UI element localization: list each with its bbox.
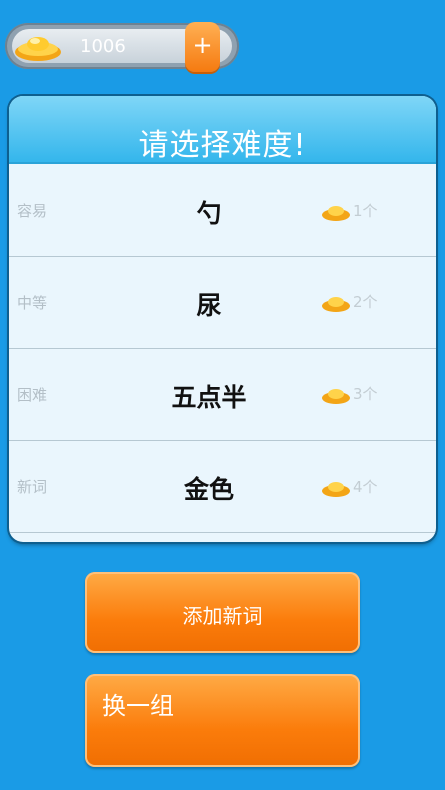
cost-text: 2个 [353, 293, 378, 311]
difficulty-label: 新词 [17, 478, 48, 496]
add-coins-button[interactable]: + [185, 22, 220, 72]
gold-ingot-icon [322, 297, 350, 312]
difficulty-label: 困难 [17, 386, 48, 404]
swap-group-button[interactable]: 换一组 [85, 674, 360, 767]
add-new-word-button[interactable]: 添加新词 [85, 572, 360, 653]
difficulty-row-medium[interactable]: 中等 尿 2个 [9, 256, 436, 349]
word-text: 尿 [196, 291, 222, 320]
swap-group-label: 换一组 [102, 692, 174, 720]
difficulty-label: 容易 [17, 202, 48, 220]
panel-title: 请选择难度! [138, 128, 307, 163]
cost-text: 4个 [353, 478, 378, 496]
cost-text: 1个 [353, 202, 378, 220]
gold-ingot-icon [15, 37, 61, 61]
panel-header: 请选择难度! [9, 96, 436, 164]
difficulty-row-easy[interactable]: 容易 勺 1个 [9, 164, 436, 257]
difficulty-panel: 请选择难度! 容易 勺 1个 中等 尿 2个 困难 五点半 3个 新词 金色 4… [9, 96, 436, 542]
gold-ingot-icon [322, 206, 350, 221]
gold-ingot-icon [322, 482, 350, 497]
difficulty-label: 中等 [17, 294, 48, 312]
difficulty-row-hard[interactable]: 困难 五点半 3个 [9, 348, 436, 441]
word-text: 金色 [183, 475, 234, 504]
add-new-word-label: 添加新词 [182, 604, 263, 628]
coin-count: 1006 [80, 36, 126, 57]
word-text: 五点半 [171, 383, 247, 412]
cost-text: 3个 [353, 385, 378, 403]
word-text: 勺 [196, 199, 222, 228]
difficulty-row-new-word[interactable]: 新词 金色 4个 [9, 440, 436, 533]
gold-ingot-icon [322, 389, 350, 404]
